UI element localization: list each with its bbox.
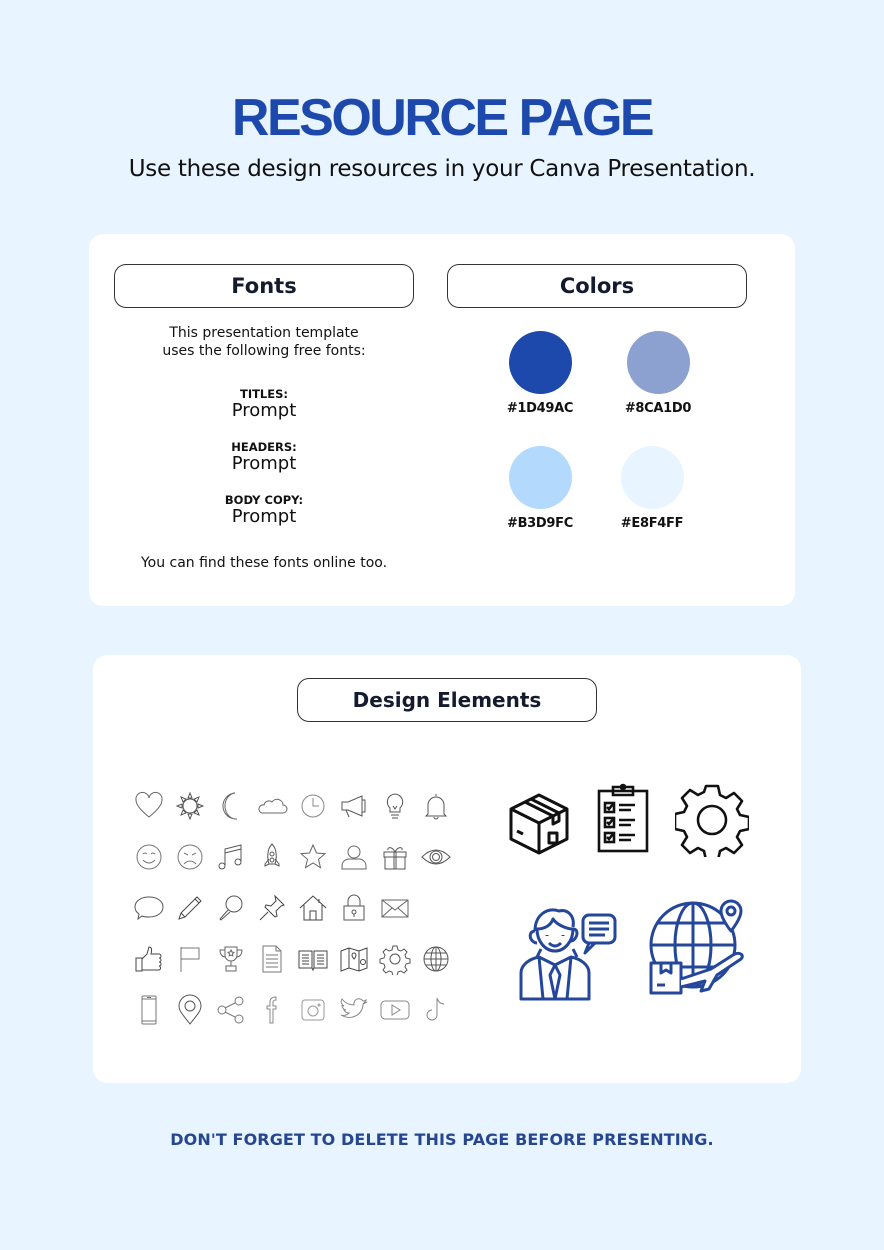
global-shipping-icon[interactable]: [647, 899, 751, 999]
settings-gear-icon[interactable]: [675, 783, 749, 857]
fonts-footer-note: You can find these fonts online too.: [140, 555, 388, 571]
smile-icon[interactable]: [133, 840, 174, 874]
icon-row: [133, 933, 463, 984]
trophy-icon[interactable]: [215, 942, 256, 976]
color-hex: #8CA1D0: [624, 401, 692, 416]
color-dot: [620, 446, 684, 509]
tiktok-icon[interactable]: [420, 993, 461, 1027]
twitter-icon[interactable]: [338, 993, 379, 1027]
user-icon[interactable]: [338, 840, 379, 874]
color-dot: [508, 446, 572, 509]
open-book-icon[interactable]: [297, 942, 338, 976]
font-entry-body-copy: BODY COPY: Prompt: [114, 494, 414, 527]
design-elements-heading: Design Elements: [297, 678, 597, 722]
font-name: Prompt: [231, 453, 297, 474]
fonts-intro-line: uses the following free fonts:: [162, 343, 366, 359]
map-icon[interactable]: [338, 942, 379, 976]
smartphone-icon[interactable]: [133, 993, 174, 1027]
lightbulb-icon[interactable]: [379, 789, 420, 823]
color-swatch: #B3D9FC: [480, 446, 600, 531]
page-subtitle: Use these design resources in your Canva…: [128, 156, 756, 182]
icon-row: [133, 831, 463, 882]
eye-icon[interactable]: [420, 840, 461, 874]
magnifier-icon[interactable]: [215, 891, 256, 925]
padlock-icon[interactable]: [338, 891, 379, 925]
font-entry-headers: HEADERS: Prompt: [114, 441, 414, 474]
customer-support-agent-icon[interactable]: [515, 901, 619, 1001]
sad-icon[interactable]: [174, 840, 215, 874]
gear-icon[interactable]: [379, 942, 420, 976]
pencil-icon[interactable]: [174, 891, 215, 925]
icon-row: [133, 780, 463, 831]
flag-icon[interactable]: [174, 942, 215, 976]
icon-row: [133, 984, 463, 1035]
clock-icon[interactable]: [297, 789, 338, 823]
color-dot: [626, 331, 690, 394]
font-entry-titles: TITLES: Prompt: [114, 388, 414, 421]
sun-icon[interactable]: [174, 789, 215, 823]
moon-icon[interactable]: [215, 789, 256, 823]
envelope-icon[interactable]: [379, 891, 420, 925]
color-swatch: #1D49AC: [480, 331, 600, 416]
font-name: Prompt: [231, 400, 297, 421]
color-swatch: #8CA1D0: [598, 331, 718, 416]
design-elements-card: Design Elements: [93, 655, 801, 1083]
speech-bubble-icon[interactable]: [133, 891, 174, 925]
rocket-icon[interactable]: [256, 840, 297, 874]
youtube-icon[interactable]: [379, 993, 420, 1027]
font-name: Prompt: [231, 506, 297, 527]
location-pin-icon[interactable]: [174, 993, 215, 1027]
color-dot: [508, 331, 572, 394]
facebook-icon[interactable]: [256, 993, 297, 1027]
heart-icon[interactable]: [133, 789, 174, 823]
cloud-icon[interactable]: [256, 789, 297, 823]
color-hex: #E8F4FF: [620, 516, 684, 531]
document-icon[interactable]: [256, 942, 297, 976]
color-hex: #B3D9FC: [506, 516, 573, 531]
instagram-icon[interactable]: [297, 993, 338, 1027]
thumbs-up-icon[interactable]: [133, 942, 174, 976]
megaphone-icon[interactable]: [338, 789, 379, 823]
color-hex: #1D49AC: [506, 401, 574, 416]
share-icon[interactable]: [215, 993, 256, 1027]
home-icon[interactable]: [297, 891, 338, 925]
icon-row: [133, 882, 463, 933]
color-swatch: #E8F4FF: [592, 446, 712, 531]
pushpin-icon[interactable]: [256, 891, 297, 925]
checklist-clipboard-icon[interactable]: [595, 783, 651, 855]
fonts-colors-card: Fonts Colors This presentation template …: [89, 234, 795, 606]
fonts-heading: Fonts: [114, 264, 414, 308]
gift-icon[interactable]: [379, 840, 420, 874]
music-note-icon[interactable]: [215, 840, 256, 874]
bell-icon[interactable]: [420, 789, 461, 823]
package-box-icon[interactable]: [507, 787, 571, 861]
featured-icons: [501, 781, 761, 1011]
fonts-intro-line: This presentation template: [169, 325, 359, 341]
fonts-list: This presentation template uses the foll…: [114, 324, 414, 571]
delete-page-reminder: DON'T FORGET TO DELETE THIS PAGE BEFORE …: [170, 1130, 714, 1149]
page-title: RESOURCE PAGE: [231, 89, 655, 147]
colors-heading: Colors: [447, 264, 747, 308]
star-icon[interactable]: [297, 840, 338, 874]
globe-icon[interactable]: [420, 942, 461, 976]
line-icon-grid: [133, 780, 463, 1035]
fonts-intro: This presentation template uses the foll…: [114, 324, 414, 360]
